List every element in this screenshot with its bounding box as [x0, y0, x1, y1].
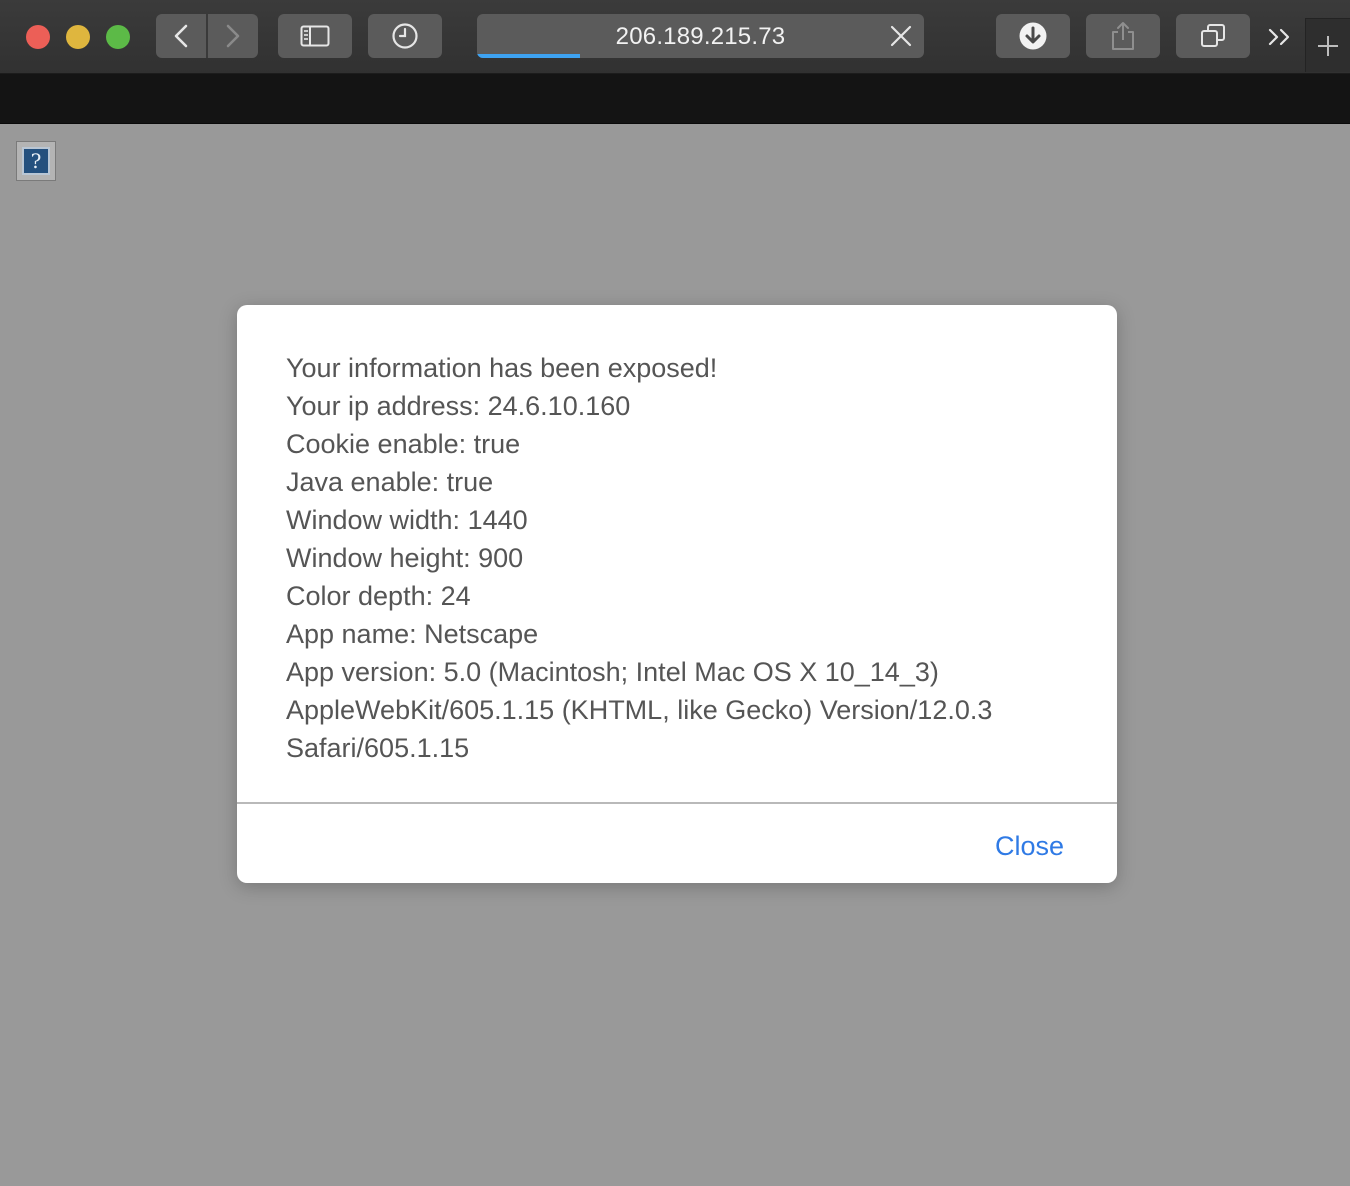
window-close-button[interactable] [26, 25, 50, 49]
sidebar-button[interactable] [278, 14, 352, 58]
sidebar-icon [300, 25, 330, 47]
tab-bar [0, 74, 1350, 124]
message-line: App version: 5.0 (Macintosh; Intel Mac O… [286, 657, 939, 687]
tab-overview-button[interactable] [1176, 14, 1250, 58]
download-icon [1019, 22, 1047, 50]
message-line: Color depth: 24 [286, 581, 471, 611]
message-line: Your ip address: 24.6.10.160 [286, 391, 631, 421]
new-tab-button[interactable] [1305, 18, 1350, 72]
message-line: Java enable: true [286, 467, 494, 497]
browser-toolbar: 206.189.215.73 [0, 0, 1350, 74]
close-button[interactable]: Close [995, 828, 1064, 864]
message-line: Your information has been exposed! [286, 353, 718, 383]
message-line: AppleWebKit/605.1.15 (KHTML, like Gecko)… [286, 695, 993, 725]
broken-image-placeholder: ? [16, 141, 56, 181]
share-button[interactable] [1086, 14, 1160, 58]
chevron-left-icon [174, 24, 188, 48]
plus-icon [1318, 35, 1338, 56]
window-minimize-button[interactable] [66, 25, 90, 49]
toolbar-overflow-button[interactable] [1266, 24, 1294, 50]
address-bar[interactable]: 206.189.215.73 [477, 14, 924, 58]
history-button[interactable] [368, 14, 442, 58]
page-content: ? Your information has been exposed! You… [0, 124, 1350, 1186]
clock-icon [392, 23, 418, 49]
message-line: Safari/605.1.15 [286, 733, 470, 763]
tab-overview-icon [1201, 24, 1225, 47]
address-text: 206.189.215.73 [615, 23, 786, 50]
dialog-message: Your information has been exposed! Your … [286, 349, 1076, 767]
question-mark-icon: ? [22, 147, 50, 175]
back-button[interactable] [156, 14, 206, 58]
browser-window: 206.189.215.73 ? Your information has be… [0, 0, 1350, 1186]
window-zoom-button[interactable] [106, 25, 130, 49]
close-icon [890, 25, 912, 47]
downloads-button[interactable] [996, 14, 1070, 58]
message-line: Cookie enable: true [286, 429, 521, 459]
share-icon [1112, 22, 1134, 50]
message-line: Window height: 900 [286, 543, 524, 573]
chevron-right-icon [226, 24, 240, 48]
navigation-buttons [156, 14, 258, 58]
double-chevron-icon [1268, 28, 1290, 46]
dialog-divider [237, 802, 1117, 804]
stop-loading-button[interactable] [888, 23, 914, 49]
alert-dialog: Your information has been exposed! Your … [237, 305, 1117, 883]
forward-button[interactable] [208, 14, 258, 58]
message-line: App name: Netscape [286, 619, 539, 649]
page-load-progress [477, 54, 580, 58]
message-line: Window width: 1440 [286, 505, 528, 535]
